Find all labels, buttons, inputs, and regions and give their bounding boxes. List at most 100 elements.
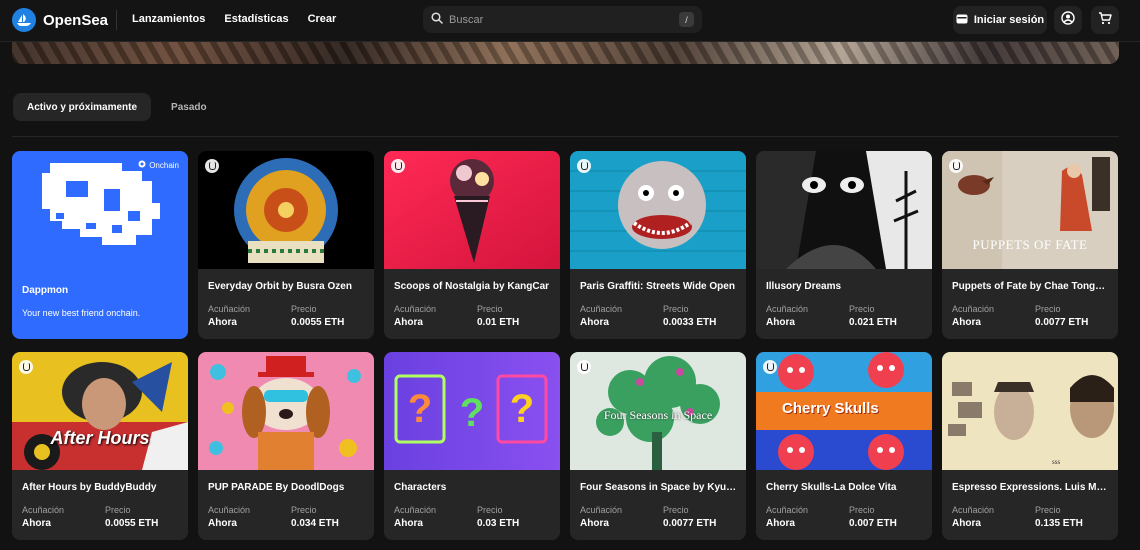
mint-label: Acuñación	[394, 304, 437, 314]
search-icon	[431, 11, 443, 29]
drop-card-title: Espresso Expressions. Luis Ma...	[952, 482, 1110, 493]
mint-value: Ahora	[766, 317, 795, 328]
featured-drop-card[interactable]: Onchain Dappmon Your new best friend onc…	[12, 151, 188, 339]
mint-value: Ahora	[580, 518, 609, 529]
drop-card[interactable]: Everyday Orbit by Busra Ozen Acuñación P…	[198, 151, 374, 339]
drop-card-title: Puppets of Fate by Chae Tongyull	[952, 281, 1110, 292]
nav-drops[interactable]: Lanzamientos	[132, 13, 205, 25]
price-label: Precio	[291, 304, 317, 314]
drop-card-title: Everyday Orbit by Busra Ozen	[208, 281, 352, 292]
mint-value: Ahora	[766, 518, 795, 529]
featured-subtitle: Your new best friend onchain.	[22, 308, 141, 318]
verified-badge-icon	[763, 360, 777, 374]
search-input[interactable]	[449, 13, 679, 26]
mint-value: Ahora	[394, 518, 423, 529]
price-value: 0.0033 ETH	[663, 317, 717, 328]
price-label: Precio	[477, 505, 503, 515]
mint-value: Ahora	[952, 518, 981, 529]
drop-card-title: PUP PARADE By DoodlDogs	[208, 482, 345, 493]
main-nav: Lanzamientos Estadísticas Crear	[132, 13, 336, 25]
search-bar[interactable]: /	[423, 6, 702, 33]
mint-value: Ahora	[394, 317, 423, 328]
price-label: Precio	[849, 505, 875, 515]
drop-card-title: Characters	[394, 482, 447, 493]
artwork-title-text: Four Seasons in Space	[603, 408, 713, 422]
price-value: 0.03 ETH	[477, 518, 520, 529]
price-label: Precio	[105, 505, 131, 515]
opensea-logo-icon	[12, 8, 36, 32]
mint-label: Acuñación	[766, 505, 809, 515]
artwork-title-text: After Hours	[50, 428, 150, 448]
drop-card[interactable]: sss Espresso Expressions. Luis Ma... Acu…	[942, 352, 1118, 540]
cart-button[interactable]	[1091, 6, 1119, 34]
price-label: Precio	[849, 304, 875, 314]
login-button[interactable]: Iniciar sesión	[953, 6, 1047, 34]
price-value: 0.0055 ETH	[105, 518, 159, 529]
drop-card[interactable]: Four Seasons in Space Four Seasons in Sp…	[570, 352, 746, 540]
artwork-title-text: Cherry Skulls	[782, 400, 879, 417]
price-value: 0.007 ETH	[849, 518, 897, 529]
drop-card[interactable]: PUP PARADE By DoodlDogs Acuñación Precio…	[198, 352, 374, 540]
drop-card[interactable]: PUPPETS OF FATE Puppets of Fate by Chae …	[942, 151, 1118, 339]
nav-create[interactable]: Crear	[308, 13, 337, 25]
nav-stats[interactable]: Estadísticas	[224, 13, 288, 25]
drop-card[interactable]: Cherry Skulls Cherry Skulls-La Dolce Vit…	[756, 352, 932, 540]
wallet-icon	[956, 14, 968, 27]
drop-card-image	[198, 352, 374, 470]
price-label: Precio	[291, 505, 317, 515]
price-value: 0.0077 ETH	[663, 518, 717, 529]
verified-badge-icon	[949, 159, 963, 173]
drop-card-title: Four Seasons in Space by Kyuji...	[580, 482, 738, 493]
drop-card[interactable]: Paris Graffiti: Streets Wide Open Acuñac…	[570, 151, 746, 339]
drop-card-image: sss	[942, 352, 1118, 470]
tab-past[interactable]: Pasado	[157, 93, 221, 121]
svg-text:?: ?	[408, 387, 432, 431]
drop-card-image	[198, 151, 374, 269]
mint-label: Acuñación	[952, 505, 995, 515]
drop-card-image	[570, 151, 746, 269]
mint-label: Acuñación	[208, 304, 251, 314]
price-value: 0.0055 ETH	[291, 317, 345, 328]
mint-label: Acuñación	[766, 304, 809, 314]
drop-card[interactable]: Scoops of Nostalgia by KangCar Acuñación…	[384, 151, 560, 339]
drop-card-title: Cherry Skulls-La Dolce Vita	[766, 482, 897, 493]
mint-value: Ahora	[208, 317, 237, 328]
drop-card[interactable]: ??? Characters Acuñación Precio Ahora 0.…	[384, 352, 560, 540]
header-divider	[116, 10, 117, 30]
mint-value: Ahora	[580, 317, 609, 328]
brand-name: OpenSea	[43, 11, 109, 29]
search-shortcut-key: /	[679, 12, 694, 27]
drop-card-image	[384, 151, 560, 269]
verified-badge-icon	[577, 159, 591, 173]
dappmon-skull-logo	[42, 163, 160, 245]
mint-label: Acuñación	[394, 505, 437, 515]
drop-card-image: After Hours	[12, 352, 188, 470]
cart-icon	[1098, 11, 1112, 30]
price-label: Precio	[1035, 505, 1061, 515]
price-value: 0.01 ETH	[477, 317, 520, 328]
verified-badge-icon	[19, 360, 33, 374]
artwork-title-text: PUPPETS OF FATE	[972, 237, 1088, 252]
verified-badge-icon	[205, 159, 219, 173]
drop-card-image: PUPPETS OF FATE	[942, 151, 1118, 269]
home-logo-link[interactable]: OpenSea	[12, 7, 108, 33]
price-label: Precio	[477, 304, 503, 314]
mint-value: Ahora	[208, 518, 237, 529]
drop-card[interactable]: Illusory Dreams Acuñación Precio Ahora 0…	[756, 151, 932, 339]
tab-active-upcoming[interactable]: Activo y próximamente	[13, 93, 152, 121]
verified-badge-icon	[577, 360, 591, 374]
profile-icon	[1061, 10, 1075, 30]
tabs-divider	[12, 136, 1119, 137]
drop-tabs: Activo y próximamente Pasado	[13, 93, 221, 121]
price-value: 0.0077 ETH	[1035, 317, 1089, 328]
mint-value: Ahora	[22, 518, 51, 529]
profile-button[interactable]	[1054, 6, 1082, 34]
drop-card[interactable]: After Hours After Hours by BuddyBuddy Ac…	[12, 352, 188, 540]
svg-text:?: ?	[510, 387, 534, 431]
drop-card-image: Cherry Skulls	[756, 352, 932, 470]
drop-card-title: Paris Graffiti: Streets Wide Open	[580, 281, 735, 292]
verified-badge-icon	[391, 159, 405, 173]
drop-card-title: Scoops of Nostalgia by KangCar	[394, 281, 550, 292]
drop-card-image: Four Seasons in Space	[570, 352, 746, 470]
price-value: 0.021 ETH	[849, 317, 897, 328]
